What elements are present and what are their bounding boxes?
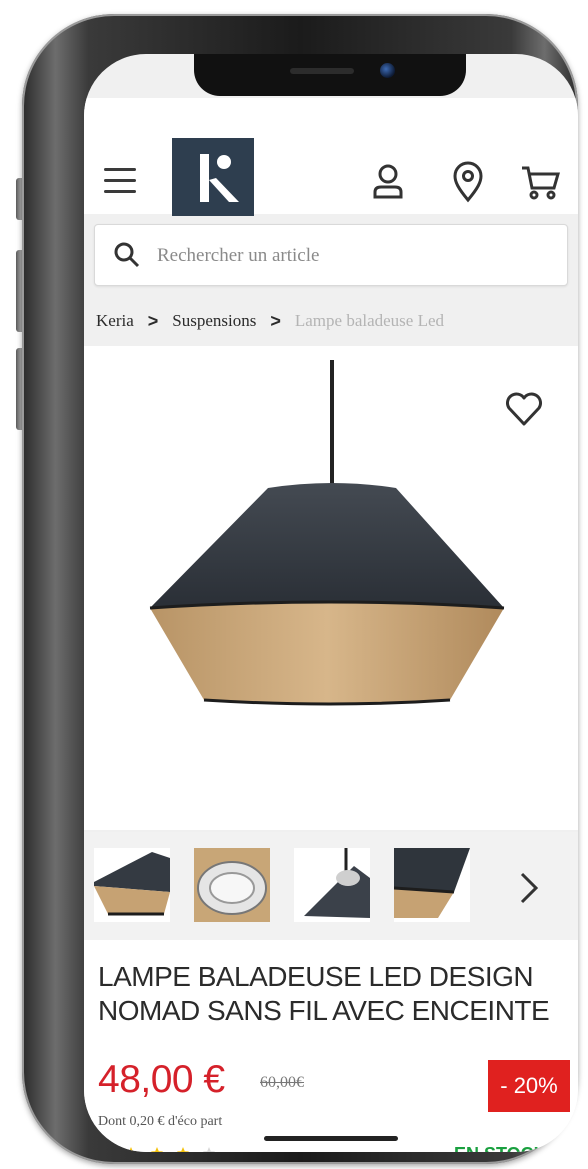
rating-stars[interactable] [98,1146,216,1152]
star-filled-icon [177,1147,189,1152]
breadcrumb-item-current: Lampe baladeuse Led [294,311,445,330]
product-thumbnail[interactable] [294,848,370,922]
front-camera [380,63,395,78]
breadcrumb-separator: > [147,310,159,331]
site-header [84,98,578,216]
home-indicator [264,1136,398,1141]
search-bar [94,224,568,286]
phone-frame: Keria > Suspensions > Lampe baladeuse Le… [22,14,578,1164]
eco-part-note: Dont 0,20 € d'éco part [98,1114,223,1129]
phone-notch [194,54,466,96]
earpiece-speaker [290,68,354,74]
stock-status: EN STOCK [454,1144,547,1152]
product-info: LAMPE BALADEUSE LED DESIGN NOMAD SANS FI… [84,940,578,1152]
product-price: 48,00 € [98,1058,225,1101]
product-thumbnail[interactable] [393,848,470,922]
breadcrumb-item-category[interactable]: Suspensions [172,311,256,331]
product-title: LAMPE BALADEUSE LED DESIGN NOMAD SANS FI… [98,960,568,1028]
breadcrumb: Keria > Suspensions > Lampe baladeuse Le… [84,298,578,344]
breadcrumb-item-home[interactable]: Keria [96,311,134,331]
product-old-price: 60,00€ [260,1074,304,1091]
chevron-right-icon[interactable] [512,868,546,908]
cart-icon[interactable] [518,160,562,204]
thumbnail-gallery [84,832,578,940]
search-input[interactable] [157,239,547,273]
hamburger-menu-icon[interactable] [104,168,136,196]
discount-badge: - 20% [488,1060,570,1112]
breadcrumb-separator: > [270,310,281,331]
star-filled-icon [125,1147,137,1152]
location-pin-icon[interactable] [446,160,490,204]
phone-screen: Keria > Suspensions > Lampe baladeuse Le… [84,54,578,1152]
product-title-line: NOMAD SANS FIL AVEC ENCEINTE [98,995,550,1026]
favorite-heart-icon[interactable] [502,386,546,430]
star-empty-icon [203,1147,215,1152]
star-filled-icon [99,1147,111,1152]
product-thumbnail[interactable] [194,848,270,922]
search-icon[interactable] [113,241,141,269]
product-thumbnail[interactable] [94,848,170,922]
star-filled-icon [151,1147,163,1152]
keria-logo[interactable] [172,138,254,216]
product-title-line: LAMPE BALADEUSE LED DESIGN [98,961,534,992]
account-icon[interactable] [366,160,410,204]
